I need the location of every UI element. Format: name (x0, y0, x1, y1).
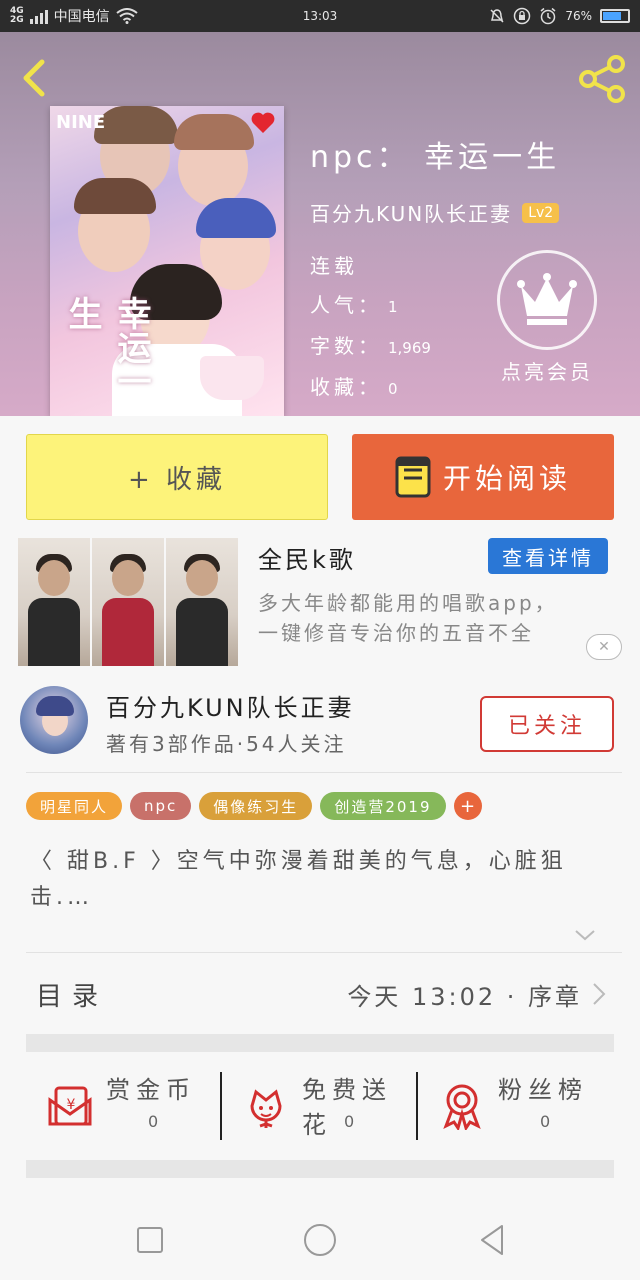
heart-icon (251, 112, 275, 133)
avatar[interactable] (20, 686, 88, 754)
reward-coins-label: 赏金币 (106, 1076, 196, 1104)
divider (26, 772, 622, 773)
action-separator (416, 1072, 418, 1140)
author-row-stats: 著有3部作品·54人关注 (106, 732, 347, 756)
start-reading-button[interactable]: 开始阅读 (352, 434, 614, 520)
clock: 13:03 (302, 9, 338, 23)
followed-button[interactable]: 已关注 (480, 696, 614, 752)
fan-ranking-label: 粉丝榜 (498, 1076, 588, 1104)
ad-title: 全民k歌 (258, 546, 356, 574)
tag-list: 明星同人 npc 偶像练习生 创造营2019 + (26, 792, 482, 820)
send-flowers-count: 0 (344, 1112, 355, 1131)
crown-icon (497, 250, 597, 350)
section-separator (26, 1034, 614, 1052)
tag[interactable]: 明星同人 (26, 792, 123, 820)
system-navigation-bar (0, 1196, 640, 1280)
view-details-button[interactable]: 查看详情 (488, 538, 608, 574)
chevron-down-icon[interactable] (574, 928, 596, 942)
book-synopsis[interactable]: 〈 甜B.F 〉空气中弥漫着甜美的气息，心脏狙击.… (30, 844, 590, 916)
ad-thumbnails (18, 538, 238, 666)
start-reading-label: 开始阅读 (442, 462, 571, 495)
section-separator (26, 1160, 614, 1178)
recent-apps-icon[interactable] (130, 1220, 170, 1260)
vip-button[interactable]: 点亮会员 (492, 250, 602, 385)
tag[interactable]: 偶像练习生 (199, 792, 313, 820)
divider (26, 952, 622, 953)
vip-label: 点亮会员 (501, 360, 593, 384)
back-triangle-icon[interactable] (472, 1220, 512, 1260)
battery-icon (600, 9, 630, 23)
level-badge: Lv2 (522, 202, 560, 223)
tag[interactable]: npc (130, 792, 192, 820)
fan-ranking-count: 0 (540, 1112, 551, 1131)
cover-logo-text: NINE (56, 112, 106, 133)
catalog-title: 目录 (36, 981, 109, 1012)
book-icon (395, 456, 431, 498)
reward-coins-count: 0 (148, 1112, 159, 1131)
author-name: 百分九KUN队长正妻 (310, 202, 513, 226)
ad-thumbnail (92, 538, 164, 666)
book-header: NINE 幸运一生 npc： 幸运一生 百分九KUN队长正妻 Lv2 连载 人气… (0, 32, 640, 416)
tag[interactable]: 创造营2019 (320, 792, 446, 820)
latest-chapter: 今天 13:02 · 序章 (347, 977, 606, 1012)
add-tag-button[interactable]: + (453, 792, 482, 820)
book-author[interactable]: 百分九KUN队长正妻 Lv2 (310, 198, 560, 227)
svg-text:¥: ¥ (67, 1097, 76, 1113)
add-to-favorites-button[interactable]: + 收藏 (26, 434, 328, 520)
book-title: npc： 幸运一生 (310, 140, 561, 175)
book-cover[interactable]: NINE 幸运一生 (50, 106, 284, 416)
back-arrow-icon[interactable] (14, 56, 54, 100)
red-envelope-icon: ¥ (48, 1086, 92, 1126)
flower-icon (250, 1089, 282, 1128)
send-flowers-label: 免费送花 (302, 1076, 392, 1139)
author-row[interactable]: 百分九KUN队长正妻 著有3部作品·54人关注 已关注 (18, 684, 622, 764)
ad-description: 多大年龄都能用的唱歌app， 一键修音专治你的五音不全 (258, 591, 558, 645)
ad-thumbnail (18, 538, 90, 666)
author-row-name: 百分九KUN队长正妻 (106, 694, 355, 722)
cover-title-text: 幸运一生 (62, 296, 151, 398)
action-separator (220, 1072, 222, 1140)
fan-ranking-button[interactable]: 粉丝榜 0 (418, 1056, 614, 1156)
status-bar: 4G 2G 中国电信 13:03 76% (0, 0, 640, 32)
support-actions: ¥ 赏金币 0 免费送花 0 粉丝榜 0 (26, 1056, 614, 1156)
chevron-right-icon (593, 983, 606, 1005)
send-flowers-button[interactable]: 免费送花 0 (222, 1056, 418, 1156)
table-of-contents-row[interactable]: 目录 今天 13:02 · 序章 (26, 962, 606, 1026)
home-icon[interactable] (300, 1220, 340, 1260)
reward-coins-button[interactable]: ¥ 赏金币 0 (26, 1056, 222, 1156)
ad-banner[interactable]: 全民k歌 查看详情 多大年龄都能用的唱歌app， 一键修音专治你的五音不全 ✕ (18, 538, 624, 668)
share-icon[interactable] (578, 54, 628, 104)
medal-icon (443, 1084, 481, 1130)
ad-close-button[interactable]: ✕ (586, 634, 622, 660)
ad-thumbnail (166, 538, 238, 666)
